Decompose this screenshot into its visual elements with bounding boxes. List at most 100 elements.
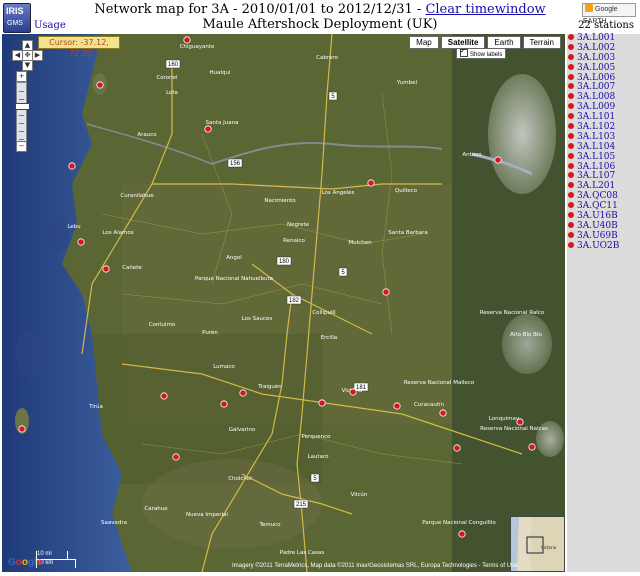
station-link[interactable]: 3A.L107 — [577, 171, 615, 182]
place-label: Mulchen — [348, 240, 372, 246]
station-link[interactable]: 3A.L003 — [577, 53, 615, 63]
station-link[interactable]: 3A.L105 — [577, 152, 615, 162]
station-marker-icon — [568, 231, 574, 238]
station-link[interactable]: 3A.L006 — [577, 73, 615, 83]
station-marker-icon — [568, 212, 574, 219]
place-label: Arauco — [137, 132, 157, 138]
satellite-imagery[interactable]: 160 5 156 180 182 215 5 181 5 Chiguayant… — [2, 34, 565, 572]
station-map-marker[interactable] — [318, 399, 326, 407]
station-map-marker[interactable] — [172, 453, 180, 461]
map-type-terrain-button[interactable]: Terrain — [522, 36, 561, 49]
zoom-slider[interactable] — [15, 82, 30, 150]
station-map-marker[interactable] — [453, 444, 461, 452]
station-marker-icon — [568, 172, 574, 179]
station-map-marker[interactable] — [439, 409, 447, 417]
place-label: Purén — [202, 329, 218, 336]
zoom-out-button[interactable]: − — [16, 141, 27, 152]
station-marker-icon — [568, 142, 574, 149]
zoom-in-button[interactable]: + — [16, 71, 27, 82]
station-map-marker[interactable] — [160, 392, 168, 400]
station-marker-icon — [568, 63, 574, 70]
station-link[interactable]: 3A.L201 — [577, 181, 615, 191]
place-label: Perquenco — [302, 434, 332, 440]
station-link[interactable]: 3A.U69B — [577, 231, 618, 241]
station-link[interactable]: 3A.QC11 — [577, 201, 618, 211]
station-map-marker[interactable] — [458, 530, 466, 538]
station-link[interactable]: 3A.L008 — [577, 92, 615, 102]
place-label: Cabrero — [316, 55, 338, 61]
place-label: Temuco — [258, 522, 281, 528]
place-label: Curanilahue — [120, 193, 154, 199]
station-link[interactable]: 3A.U16B — [577, 211, 618, 221]
overview-map[interactable]: Victoria — [510, 516, 565, 572]
zoom-slider-thumb[interactable] — [15, 103, 30, 110]
station-map-marker[interactable] — [239, 389, 247, 397]
station-marker-icon — [568, 182, 574, 189]
station-marker-icon — [568, 43, 574, 50]
station-link[interactable]: 3A.L103 — [577, 132, 615, 142]
station-marker-icon — [568, 241, 574, 248]
place-label: Quilleco — [395, 188, 418, 194]
station-map-marker[interactable] — [393, 402, 401, 410]
station-list: 3A.L001 3A.L002 3A.L003 3A.L005 3A.L006 3A.L0… — [567, 33, 619, 252]
station-marker-icon — [568, 34, 574, 40]
station-marker-icon — [568, 93, 574, 100]
station-map-marker[interactable] — [516, 418, 524, 426]
show-labels-label: Show labels — [470, 52, 503, 58]
road-shield: 215 — [293, 499, 309, 509]
station-marker-icon — [568, 53, 574, 60]
station-link[interactable]: 3A.L009 — [577, 102, 615, 112]
station-map-marker[interactable] — [204, 125, 212, 133]
station-link[interactable]: 3A.L007 — [577, 82, 615, 93]
place-label: Collipulli — [312, 310, 336, 316]
station-map-marker[interactable] — [68, 162, 76, 170]
station-map-marker[interactable] — [102, 265, 110, 273]
station-map-marker[interactable] — [96, 81, 104, 89]
map-view[interactable]: 160 5 156 180 182 215 5 181 5 Chiguayant… — [2, 34, 565, 572]
station-link[interactable]: 3A.L106 — [577, 162, 615, 172]
place-label: Reserva Nacional Malleco — [404, 380, 475, 386]
station-link[interactable]: 3A.L102 — [577, 122, 615, 132]
google-logo[interactable]: Google — [8, 557, 42, 568]
station-map-marker[interactable] — [77, 238, 85, 246]
station-link[interactable]: 3A.L104 — [577, 142, 615, 152]
place-label: Angol — [226, 255, 242, 261]
place-label: Vilcún — [351, 491, 368, 498]
map-type-map-button[interactable]: Map — [409, 36, 439, 49]
station-link[interactable]: 3A.L002 — [577, 43, 615, 53]
place-label: Reserva Nacional Nalcas — [480, 426, 548, 432]
station-link[interactable]: 3A.L001 — [577, 33, 615, 43]
station-link[interactable]: 3A.L005 — [577, 63, 615, 73]
station-map-marker[interactable] — [367, 179, 375, 187]
station-map-marker[interactable] — [18, 425, 26, 433]
place-label: Los Alamos — [102, 230, 133, 236]
show-labels-checkbox[interactable]: Show labels — [456, 47, 507, 59]
google-earth-button[interactable]: Google EARTH — [582, 3, 636, 25]
station-link[interactable]: 3A.L101 — [577, 112, 615, 122]
road-shield: 182 — [286, 295, 302, 305]
map-attribution[interactable]: Imagery ©2011 TerraMetrics, Map data ©20… — [232, 563, 517, 569]
station-map-marker[interactable] — [183, 36, 191, 44]
station-map-marker[interactable] — [528, 443, 536, 451]
station-link[interactable]: 3A.QC08 — [577, 191, 618, 201]
place-label: Antuco — [462, 152, 482, 158]
station-marker-icon — [568, 132, 574, 139]
pan-down-button[interactable]: ▼ — [22, 60, 33, 71]
cursor-coordinates: Cursor: -37.12, -72.20 — [38, 36, 120, 58]
station-map-marker[interactable] — [494, 156, 502, 164]
clear-timewindow-link[interactable]: Clear timewindow — [425, 2, 545, 17]
station-link[interactable]: 3A.UO2B — [577, 241, 619, 251]
place-label: Chiguayante — [180, 44, 215, 50]
place-label: Hualqui — [209, 70, 230, 76]
pan-right-button[interactable]: ▶ — [32, 50, 43, 61]
station-map-marker[interactable] — [349, 388, 357, 396]
station-link[interactable]: 3A.U40B — [577, 221, 618, 231]
station-map-marker[interactable] — [220, 400, 228, 408]
station-list-item[interactable]: 3A.UO2B — [567, 241, 619, 252]
road-shield: 156 — [227, 158, 243, 168]
place-label: Carahue — [144, 506, 168, 512]
station-map-marker[interactable] — [382, 288, 390, 296]
place-label: Lautaro — [308, 454, 330, 460]
station-marker-icon — [568, 152, 574, 159]
place-label: Santa Barbara — [388, 230, 428, 236]
